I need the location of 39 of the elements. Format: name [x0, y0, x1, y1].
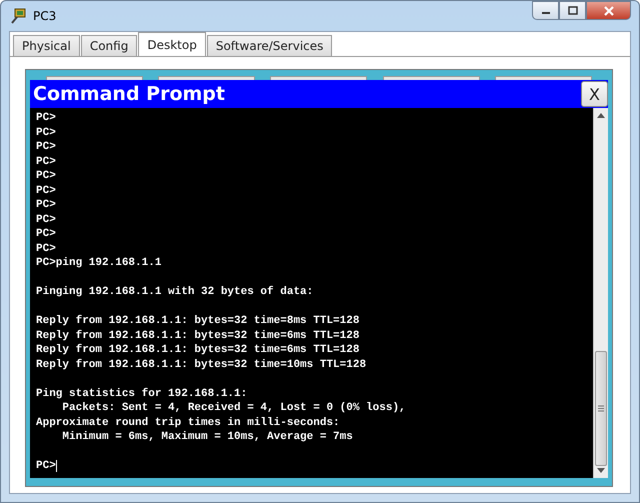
terminal-line: PC>: [36, 111, 56, 126]
tab[interactable]: Config: [80, 35, 138, 56]
terminal-line: PC>: [36, 459, 56, 474]
terminal-line: Reply from 192.168.1.1: bytes=32 time=6ms TTL=128: [36, 343, 360, 358]
terminal-line: Reply from 192.168.1.1: bytes=32 time=8ms TTL=128: [36, 314, 360, 328]
terminal-line: PC>: [36, 242, 56, 256]
tab[interactable]: Physical: [13, 35, 80, 56]
terminal-line: PC>: [36, 169, 56, 184]
terminal-line: Pinging 192.168.1.1 with 32 bytes of data:: [36, 285, 314, 300]
terminal-line: PC>: [36, 227, 56, 242]
window-title: PC3: [33, 9, 56, 23]
minimize-button[interactable]: [532, 1, 559, 20]
tab[interactable]: Software/Services: [206, 35, 332, 56]
terminal-line: PC>: [36, 126, 56, 140]
terminal-line: PC>: [36, 154, 56, 169]
terminal-line: Reply from 192.168.1.1: bytes=32 time=6ms TTL=128: [36, 328, 360, 343]
maximize-icon: [568, 6, 578, 15]
computer-icon: [11, 8, 27, 24]
terminal-line: Minimum = 6ms, Maximum = 10ms, Average = 7ms: [61, 430, 353, 444]
maximize-button[interactable]: [559, 1, 586, 20]
tab[interactable]: Desktop: [138, 32, 206, 56]
scroll-down-icon[interactable]: [597, 468, 605, 473]
terminal-line: PC>: [36, 140, 56, 154]
terminal-line: PC>: [36, 184, 56, 198]
terminal-line: Reply from 192.168.1.1: bytes=32 time=10ms TTL=128: [36, 358, 366, 372]
terminal-line: Packets: Sent = 4, Received = 4, Lost = 0 (0% loss),: [61, 401, 406, 416]
terminal-line: Ping statistics for 192.168.1.1:: [36, 386, 248, 401]
terminal-line: PC>: [36, 198, 56, 212]
command-prompt-title: Command Prompt: [32, 83, 226, 105]
terminal-line: Approximate round trip times in milli-seconds:: [36, 416, 340, 430]
terminal-line: PC>: [36, 212, 56, 227]
terminal-line: PC>ping 192.168.1.1: [36, 256, 162, 270]
close-button[interactable]: [586, 1, 631, 20]
scroll-up-icon[interactable]: [597, 113, 605, 118]
grip-icon: [598, 405, 604, 412]
scroll-thumb[interactable]: [595, 351, 607, 466]
close-button[interactable]: X: [581, 81, 608, 107]
scrollbar[interactable]: [593, 108, 608, 478]
close-icon: [602, 6, 614, 16]
